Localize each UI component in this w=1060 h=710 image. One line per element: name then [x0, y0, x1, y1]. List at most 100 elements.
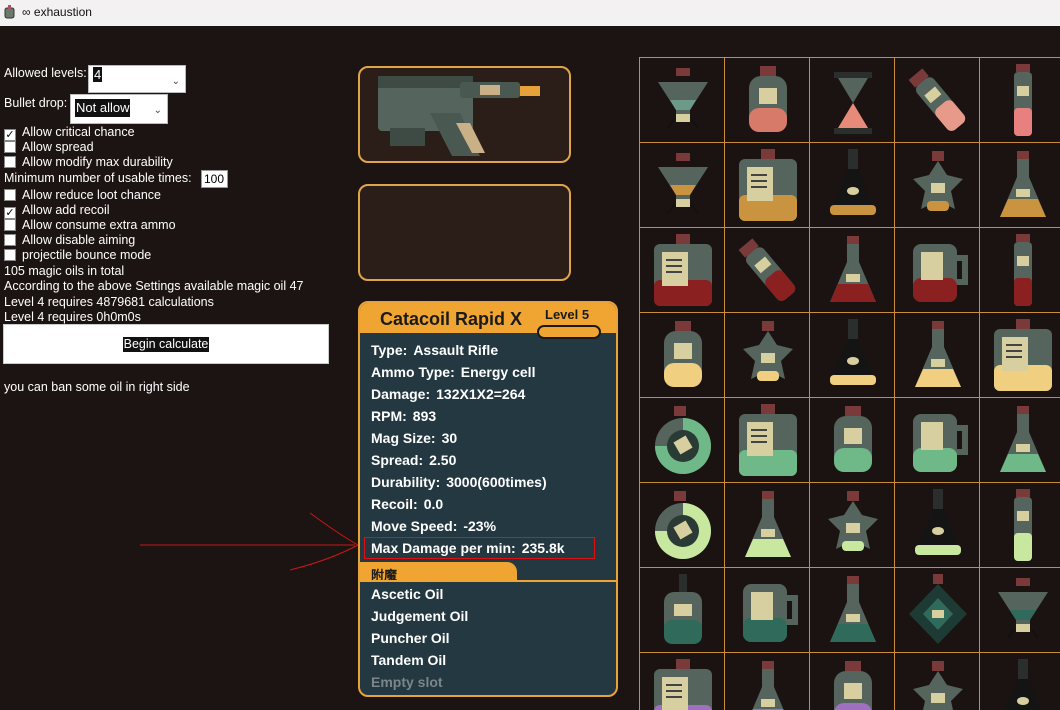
bullet-drop-select[interactable]: Not allow ⌄: [70, 94, 168, 124]
oil-cell[interactable]: [724, 227, 810, 313]
stat-key: Durability:: [371, 474, 441, 490]
checkbox-label: Allow add recoil: [22, 203, 110, 217]
oil-cell[interactable]: [979, 397, 1060, 483]
oil-cell[interactable]: [809, 652, 895, 710]
oil-cell[interactable]: [639, 57, 725, 143]
bullet-drop-label: Bullet drop:: [4, 96, 68, 110]
stat-key: Spread:: [371, 452, 424, 468]
checkbox-1[interactable]: ✓ Allow add recoil: [4, 203, 110, 219]
mug-icon: [913, 244, 968, 302]
begin-calculate-label: Begin calculate: [122, 337, 210, 352]
checkbox-empty-icon[interactable]: [4, 234, 16, 246]
oil-cell[interactable]: [639, 142, 725, 228]
oil-cell[interactable]: [809, 57, 895, 143]
oil-cell[interactable]: [894, 227, 980, 313]
oil-cell[interactable]: [639, 652, 725, 710]
oil-cell[interactable]: [724, 57, 810, 143]
oil-cell[interactable]: [894, 652, 980, 710]
oil-cell[interactable]: [639, 397, 725, 483]
oil-cell[interactable]: [724, 142, 810, 228]
checkbox-empty-icon[interactable]: [4, 249, 16, 261]
stat-value: 0.0: [423, 496, 444, 512]
oil-cell[interactable]: [809, 312, 895, 398]
allowed-levels-label: Allowed levels:: [4, 66, 87, 80]
enchant-oil[interactable]: Ascetic Oil: [371, 586, 443, 602]
checkbox-empty-icon[interactable]: [4, 156, 16, 168]
oil-cell[interactable]: [979, 482, 1060, 568]
flask-icon: [1000, 151, 1046, 217]
stat-value: 2.50: [429, 452, 457, 468]
checkbox-4[interactable]: projectile bounce mode: [4, 248, 151, 263]
oil-grid: [639, 57, 1060, 710]
oil-cell[interactable]: [639, 567, 725, 653]
oil-cell[interactable]: [724, 567, 810, 653]
checkbox-0[interactable]: Allow reduce loot chance: [4, 188, 161, 203]
checkbox-3[interactable]: Allow disable aiming: [4, 233, 135, 248]
oil-cell[interactable]: [809, 397, 895, 483]
checkbox-1[interactable]: Allow spread: [4, 140, 94, 155]
checkbox-label: Allow disable aiming: [22, 233, 136, 247]
oil-cell[interactable]: [724, 482, 810, 568]
round-flask-icon: [655, 491, 711, 559]
checkbox-empty-icon[interactable]: [4, 141, 16, 153]
level-badge: [537, 325, 601, 339]
empty-slot[interactable]: Empty slot: [371, 674, 443, 690]
oil-cell[interactable]: [894, 567, 980, 653]
enchant-oil[interactable]: Puncher Oil: [371, 630, 450, 646]
checkbox-empty-icon[interactable]: [4, 189, 16, 201]
oil-cell[interactable]: [894, 397, 980, 483]
flask-icon: [915, 321, 961, 387]
enchant-oil[interactable]: Judgement Oil: [371, 608, 468, 624]
stat-row: Move Speed: -23%: [371, 518, 496, 534]
oil-cell[interactable]: [894, 312, 980, 398]
empty-weapon-slot[interactable]: [358, 184, 571, 281]
min-usable-input[interactable]: 100: [201, 170, 228, 188]
enchant-oil[interactable]: Tandem Oil: [371, 652, 446, 668]
oil-cell[interactable]: [639, 312, 725, 398]
bullet-drop-value: Not allow: [75, 99, 131, 117]
oil-cell[interactable]: [724, 312, 810, 398]
checkbox-2[interactable]: Allow modify max durability: [4, 155, 173, 170]
star-bottle-icon: [743, 321, 793, 381]
dropper-icon: [664, 574, 702, 644]
begin-calculate-button[interactable]: Begin calculate: [3, 324, 329, 364]
allowed-levels-select[interactable]: 4 ⌄: [88, 65, 186, 93]
stat-value: Assault Rifle: [413, 342, 499, 358]
checkbox-0[interactable]: ✓ Allow critical chance: [4, 125, 135, 141]
stat-value: 893: [412, 408, 437, 424]
stat-key: Move Speed:: [371, 518, 458, 534]
oil-cell[interactable]: [979, 142, 1060, 228]
oil-cell[interactable]: [894, 57, 980, 143]
stat-key: Damage:: [371, 386, 431, 402]
flask-icon: [1000, 406, 1046, 472]
oil-cell[interactable]: [809, 567, 895, 653]
vial-icon: [908, 68, 966, 131]
oil-cell[interactable]: [724, 652, 810, 710]
oil-cell[interactable]: [979, 567, 1060, 653]
oil-cell[interactable]: [979, 57, 1060, 143]
ban-hint: you can ban some oil in right side: [4, 380, 190, 394]
checkbox-empty-icon[interactable]: [4, 219, 16, 231]
oil-cell[interactable]: [639, 482, 725, 568]
stat-row: RPM: 893: [371, 408, 436, 424]
oil-cell[interactable]: [809, 142, 895, 228]
tube-icon: [1014, 234, 1032, 306]
oil-cell[interactable]: [979, 227, 1060, 313]
oil-cell[interactable]: [639, 227, 725, 313]
oil-cell[interactable]: [979, 652, 1060, 710]
weapon-level: Level 5: [545, 307, 590, 322]
arrow-annotation: [140, 512, 359, 571]
triangle-flask-icon: [998, 578, 1048, 639]
oil-cell[interactable]: [894, 482, 980, 568]
checkbox-2[interactable]: Allow consume extra ammo: [4, 218, 176, 233]
stat-value: -23%: [463, 518, 497, 534]
oil-cell[interactable]: [809, 227, 895, 313]
weapon-image-panel: [358, 66, 571, 163]
oil-cell[interactable]: [724, 397, 810, 483]
oil-cell[interactable]: [809, 482, 895, 568]
stat-value: 3000(600times): [446, 474, 547, 490]
oil-cell[interactable]: [894, 142, 980, 228]
oil-cell[interactable]: [979, 312, 1060, 398]
stat-value: 132X1X2=264: [436, 386, 526, 402]
stat-row: Type: Assault Rifle: [371, 342, 498, 358]
